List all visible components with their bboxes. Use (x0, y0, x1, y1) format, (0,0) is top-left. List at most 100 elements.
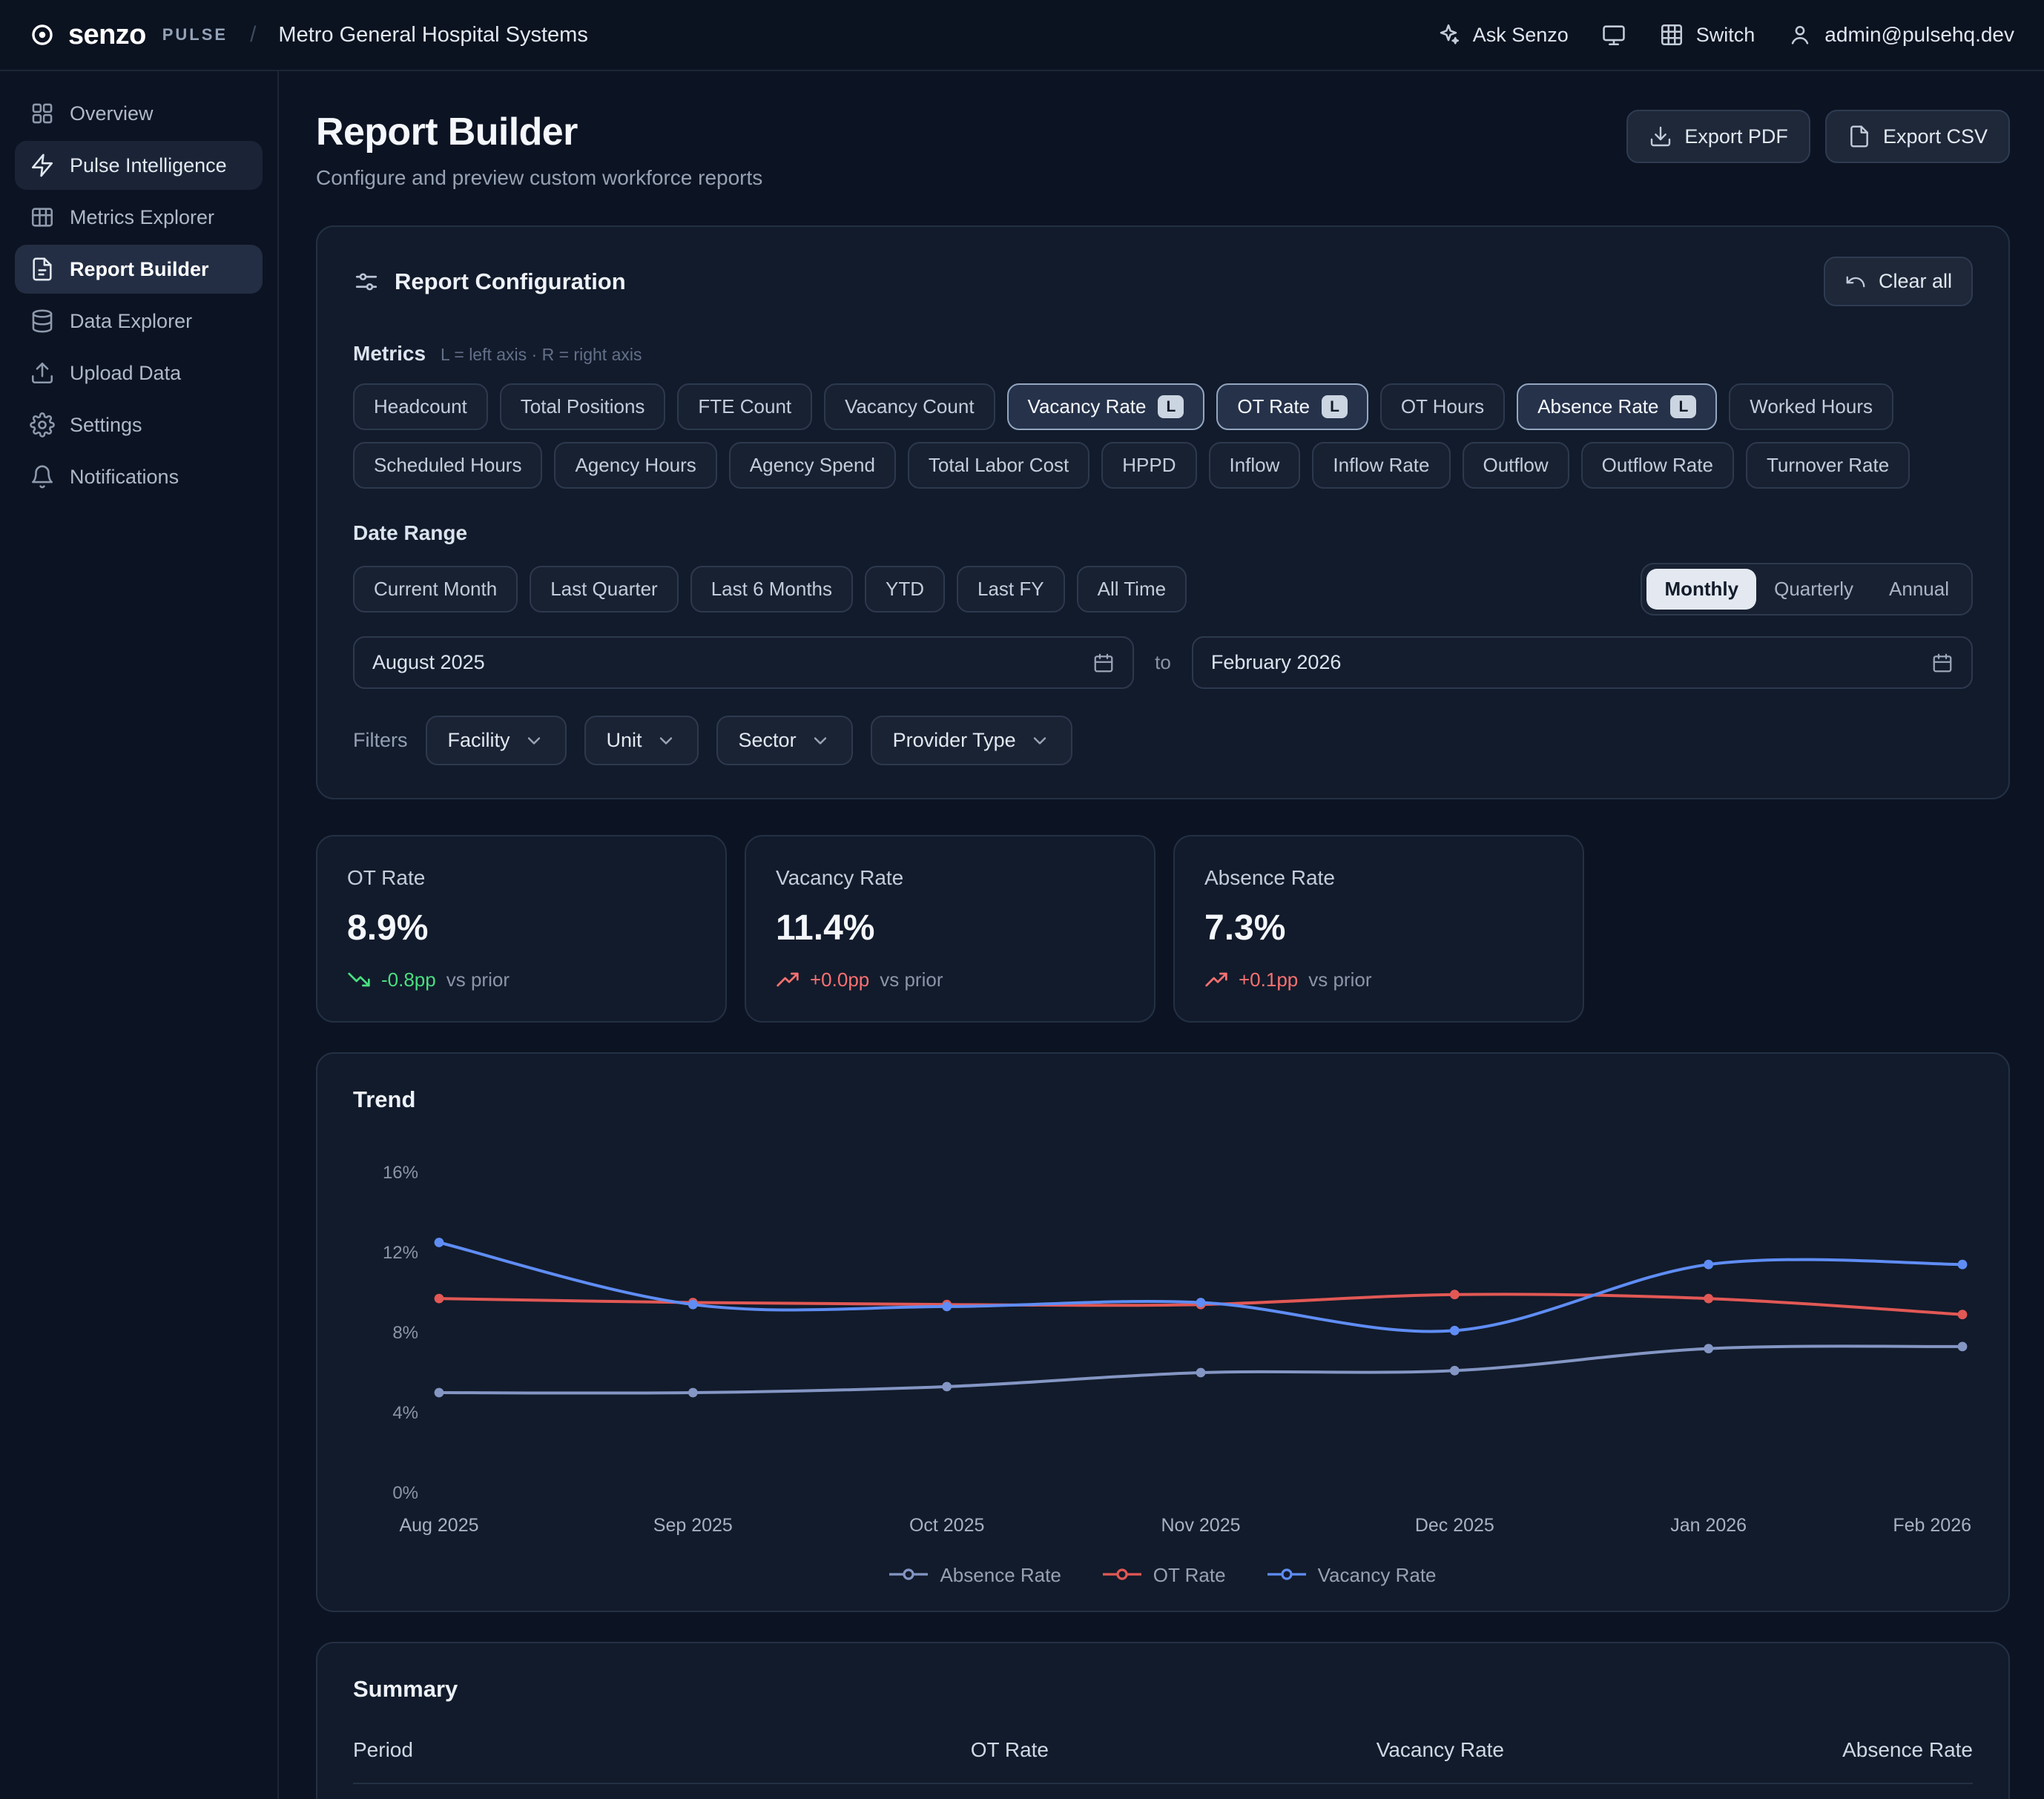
metric-chip-absence-rate[interactable]: Absence RateL (1517, 383, 1717, 430)
metric-chip-label: Scheduled Hours (374, 454, 521, 477)
product-name: PULSE (162, 25, 228, 44)
preset-last-6-months[interactable]: Last 6 Months (690, 566, 853, 613)
metric-chip-total-positions[interactable]: Total Positions (500, 383, 666, 430)
metric-chip-label: Worked Hours (1750, 395, 1873, 418)
export-csv-button[interactable]: Export CSV (1825, 110, 2010, 163)
legend-marker (889, 1564, 928, 1587)
granularity-annual[interactable]: Annual (1871, 569, 1967, 610)
metric-chip-scheduled-hours[interactable]: Scheduled Hours (353, 442, 542, 489)
filter-sector[interactable]: Sector (716, 716, 853, 765)
breadcrumb-separator: / (250, 22, 256, 47)
data-point (1450, 1326, 1460, 1336)
metric-chip-headcount[interactable]: Headcount (353, 383, 488, 430)
filter-provider-type[interactable]: Provider Type (871, 716, 1072, 765)
metric-chip-inflow-rate[interactable]: Inflow Rate (1312, 442, 1450, 489)
bolt-icon (30, 153, 55, 178)
legend-label: OT Rate (1153, 1564, 1226, 1587)
sidebar-item-pulse-intelligence[interactable]: Pulse Intelligence (15, 141, 263, 190)
filter-facility[interactable]: Facility (426, 716, 567, 765)
metric-chip-fte-count[interactable]: FTE Count (677, 383, 812, 430)
dashboard-icon (30, 101, 55, 126)
clear-all-button[interactable]: Clear all (1824, 257, 1973, 306)
svg-text:Aug 2025: Aug 2025 (399, 1515, 478, 1536)
metric-chip-vacancy-count[interactable]: Vacancy Count (824, 383, 995, 430)
date-from-input[interactable]: August 2025 (353, 636, 1134, 689)
metric-chip-label: Inflow (1230, 454, 1280, 477)
svg-text:Jan 2026: Jan 2026 (1670, 1515, 1747, 1536)
kpi-delta: +0.1ppvs prior (1204, 968, 1553, 991)
metric-chip-label: Agency Spend (750, 454, 875, 477)
sidebar-item-label: Report Builder (70, 258, 209, 281)
filter-unit[interactable]: Unit (584, 716, 699, 765)
legend-item-vacancy-rate[interactable]: Vacancy Rate (1267, 1564, 1437, 1587)
export-pdf-button[interactable]: Export PDF (1626, 110, 1810, 163)
metric-chip-inflow[interactable]: Inflow (1209, 442, 1301, 489)
chevron-down-icon (810, 730, 831, 751)
kpi-delta: -0.8ppvs prior (347, 968, 696, 991)
display-button[interactable] (1601, 22, 1626, 47)
granularity-quarterly[interactable]: Quarterly (1756, 569, 1871, 610)
metric-chip-hppd[interactable]: HPPD (1101, 442, 1196, 489)
granularity-monthly[interactable]: Monthly (1646, 569, 1756, 610)
svg-text:Feb 2026: Feb 2026 (1893, 1515, 1971, 1536)
metric-chip-outflow-rate[interactable]: Outflow Rate (1581, 442, 1734, 489)
preset-all-time[interactable]: All Time (1077, 566, 1187, 613)
chevron-down-icon (524, 730, 544, 751)
preset-last-fy[interactable]: Last FY (957, 566, 1065, 613)
metric-chip-label: Turnover Rate (1767, 454, 1889, 477)
report-icon (30, 257, 55, 282)
sparkles-icon (1436, 22, 1461, 47)
file-icon (1847, 125, 1871, 148)
preset-last-quarter[interactable]: Last Quarter (530, 566, 679, 613)
summary-col-ot-rate: OT Rate (724, 1738, 1049, 1762)
legend-item-absence-rate[interactable]: Absence Rate (889, 1564, 1061, 1587)
granularity-toggle: MonthlyQuarterlyAnnual (1641, 563, 1973, 615)
preset-ytd[interactable]: YTD (865, 566, 945, 613)
svg-text:12%: 12% (383, 1243, 418, 1263)
sidebar-item-report-builder[interactable]: Report Builder (15, 245, 263, 294)
sidebar-item-label: Data Explorer (70, 310, 192, 333)
metric-chip-label: Vacancy Count (845, 395, 974, 418)
metric-chip-label: HPPD (1122, 454, 1176, 477)
preset-current-month[interactable]: Current Month (353, 566, 518, 613)
trend-down-icon (347, 968, 371, 991)
legend-label: Vacancy Rate (1318, 1564, 1437, 1587)
trend-card: Trend 0%4%8%12%16%Aug 2025Sep 2025Oct 20… (316, 1052, 2010, 1612)
filter-label: Unit (607, 729, 642, 752)
grid-switch-icon (1659, 22, 1684, 47)
monitor-icon (1601, 22, 1626, 47)
kpi-delta-value: +0.1pp (1239, 968, 1298, 991)
axis-badge: L (1158, 395, 1184, 418)
metric-chip-label: Total Positions (521, 395, 645, 418)
kpi-delta-suffix: vs prior (446, 968, 510, 991)
data-point (942, 1382, 952, 1392)
legend-item-ot-rate[interactable]: OT Rate (1103, 1564, 1226, 1587)
kpi-value: 7.3% (1204, 908, 1553, 948)
summary-col-vacancy-rate: Vacancy Rate (1049, 1738, 1504, 1762)
metric-chip-turnover-rate[interactable]: Turnover Rate (1746, 442, 1910, 489)
sidebar-item-settings[interactable]: Settings (15, 400, 263, 449)
metric-chip-ot-hours[interactable]: OT Hours (1380, 383, 1505, 430)
senzo-logo-icon (30, 22, 55, 47)
sidebar-item-upload-data[interactable]: Upload Data (15, 349, 263, 397)
sidebar-item-data-explorer[interactable]: Data Explorer (15, 297, 263, 346)
kpi-cards: OT Rate8.9%-0.8ppvs priorVacancy Rate11.… (316, 835, 2010, 1023)
metric-chip-total-labor-cost[interactable]: Total Labor Cost (908, 442, 1089, 489)
sidebar-item-notifications[interactable]: Notifications (15, 452, 263, 501)
metric-chip-label: Total Labor Cost (929, 454, 1069, 477)
metric-chip-agency-hours[interactable]: Agency Hours (554, 442, 716, 489)
switch-button[interactable]: Switch (1659, 22, 1755, 47)
metric-chip-agency-spend[interactable]: Agency Spend (729, 442, 896, 489)
date-to-label: to (1155, 651, 1171, 674)
metric-chip-ot-rate[interactable]: OT RateL (1216, 383, 1368, 430)
brand-name: senzo (68, 19, 146, 51)
sidebar-item-overview[interactable]: Overview (15, 89, 263, 138)
metric-chip-outflow[interactable]: Outflow (1463, 442, 1569, 489)
sidebar-item-metrics-explorer[interactable]: Metrics Explorer (15, 193, 263, 242)
date-to-input[interactable]: February 2026 (1192, 636, 1973, 689)
metric-chip-vacancy-rate[interactable]: Vacancy RateL (1007, 383, 1205, 430)
kpi-delta-value: +0.0pp (810, 968, 869, 991)
metric-chip-worked-hours[interactable]: Worked Hours (1729, 383, 1893, 430)
user-menu[interactable]: admin@pulsehq.dev (1787, 22, 2014, 47)
ask-senzo-button[interactable]: Ask Senzo (1436, 22, 1569, 47)
